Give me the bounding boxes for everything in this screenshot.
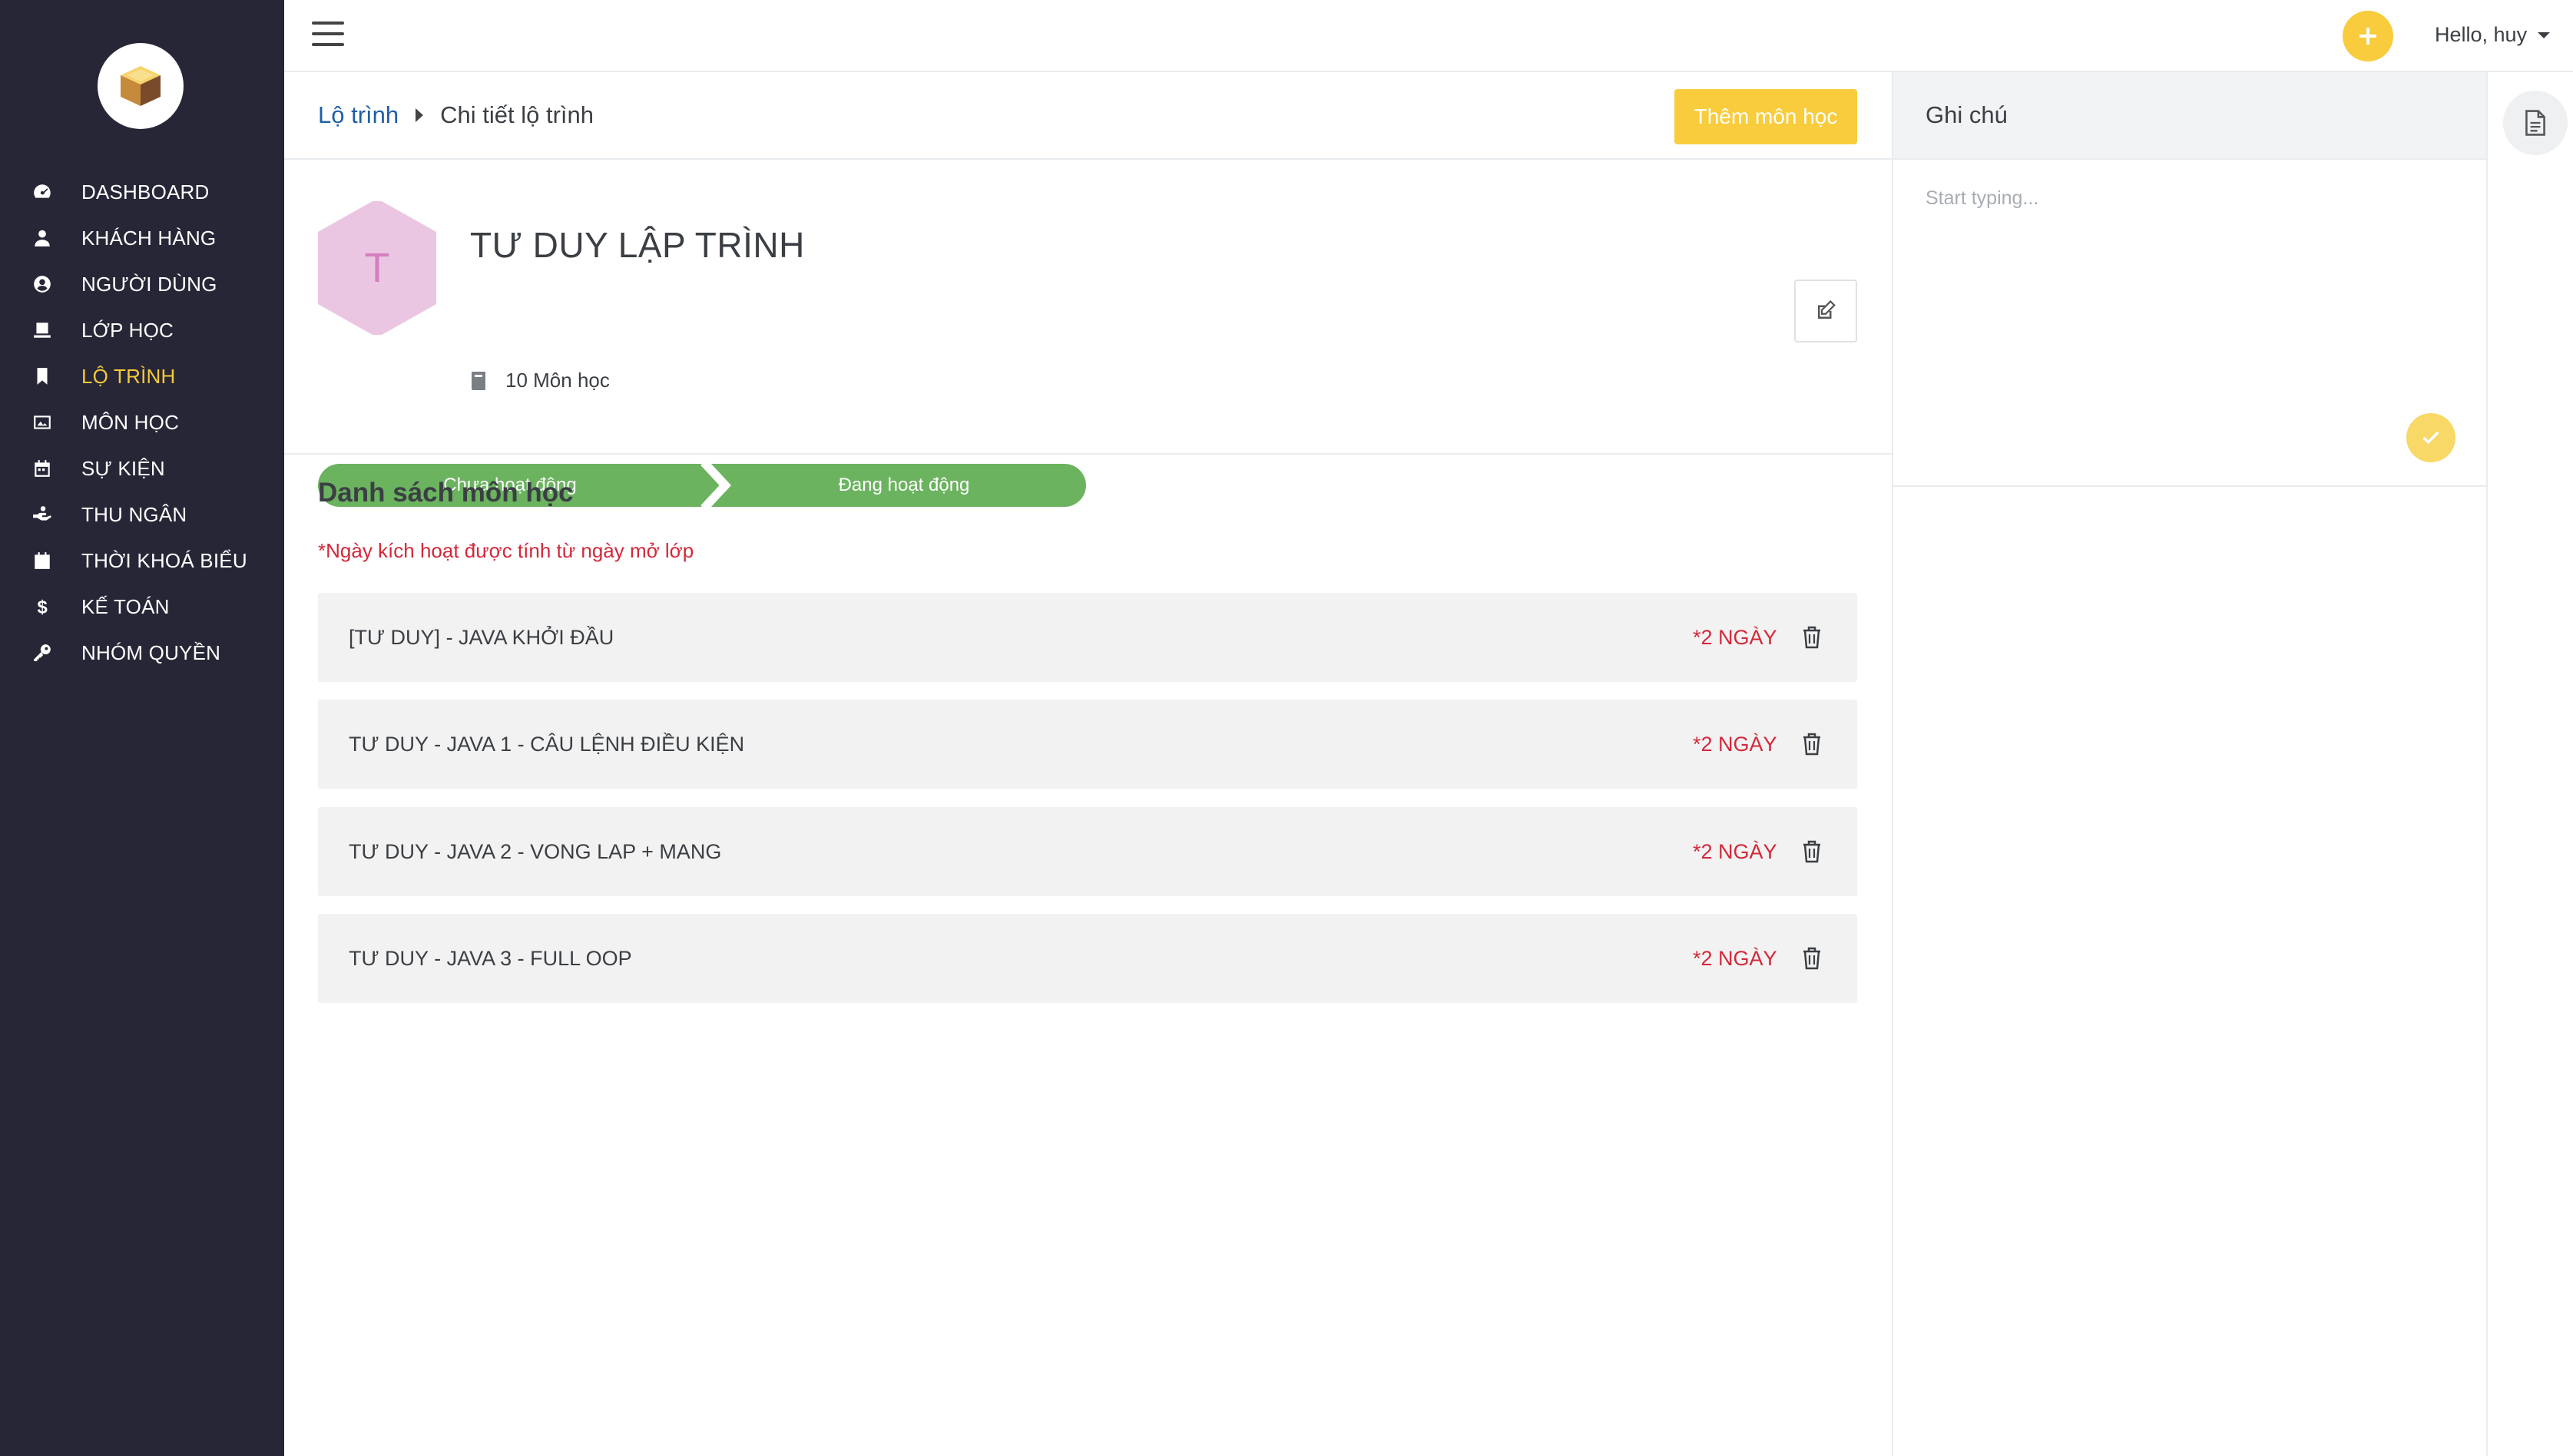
sidebar-item-label: DASHBOARD bbox=[81, 180, 210, 204]
sidebar-item-subjects[interactable]: MÔN HỌC bbox=[0, 399, 284, 445]
cashier-hand-icon bbox=[31, 503, 54, 526]
course-days: *2 NGÀY bbox=[1693, 839, 1777, 863]
stage-active[interactable]: Đang hoạt động bbox=[722, 464, 1086, 507]
course-row[interactable]: TƯ DUY - JAVA 2 - VONG LAP + MANG *2 NGÀ… bbox=[318, 807, 1857, 896]
box-logo-icon bbox=[121, 66, 161, 106]
topbar: Hello, huy bbox=[284, 0, 2573, 72]
notes-title: Ghi chú bbox=[1926, 101, 2008, 128]
sidebar-nav: DASHBOARD KHÁCH HÀNG NGƯỜI DÙNG LỚP HỌC … bbox=[0, 169, 284, 676]
notes-header: Ghi chú bbox=[1893, 72, 2486, 160]
sidebar-item-events[interactable]: SỰ KIỆN bbox=[0, 445, 284, 491]
classroom-icon bbox=[31, 319, 54, 342]
sidebar-item-accounting[interactable]: $ KẾ TOÁN bbox=[0, 584, 284, 630]
course-name: TƯ DUY - JAVA 1 - CÂU LỆNH ĐIỀU KIỆN bbox=[349, 732, 745, 756]
user-greeting: Hello, huy bbox=[2435, 23, 2528, 46]
sidebar-item-label: MÔN HỌC bbox=[81, 410, 180, 434]
course-name: TƯ DUY - JAVA 3 - FULL OOP bbox=[349, 946, 632, 970]
sidebar-item-label: NHÓM QUYỀN bbox=[81, 640, 221, 664]
trash-icon[interactable] bbox=[1800, 946, 1823, 971]
plus-icon bbox=[2359, 28, 2376, 45]
right-rail bbox=[2488, 72, 2573, 1456]
course-list-heading: Danh sách môn học bbox=[318, 478, 574, 508]
user-circle-icon bbox=[31, 273, 54, 296]
user-menu[interactable]: Hello, huy bbox=[2435, 23, 2551, 47]
notes-panel: Ghi chú bbox=[1892, 72, 2488, 1456]
trash-icon[interactable] bbox=[1800, 839, 1823, 864]
sidebar-item-dashboard[interactable]: DASHBOARD bbox=[0, 169, 284, 215]
save-note-button[interactable] bbox=[2406, 413, 2455, 462]
customer-icon bbox=[31, 227, 54, 250]
calendar-solid-icon bbox=[31, 549, 54, 572]
course-days: *2 NGÀY bbox=[1693, 625, 1777, 649]
sidebar-item-label: SỰ KIỆN bbox=[81, 456, 165, 480]
book-icon bbox=[472, 371, 485, 390]
roadmap-title: TƯ DUY LẬP TRÌNH bbox=[470, 225, 805, 265]
sidebar-item-label: LỚP HỌC bbox=[81, 318, 174, 342]
course-name: TƯ DUY - JAVA 2 - VONG LAP + MANG bbox=[349, 839, 722, 863]
box-logo[interactable] bbox=[98, 43, 184, 129]
activation-note: *Ngày kích hoạt được tính từ ngày mở lớp bbox=[318, 539, 694, 562]
breadcrumb-current: Chi tiết lộ trình bbox=[440, 101, 594, 128]
caret-down-icon bbox=[2538, 31, 2551, 38]
course-row[interactable]: TƯ DUY - JAVA 1 - CÂU LỆNH ĐIỀU KIỆN *2 … bbox=[318, 700, 1857, 789]
sidebar-item-label: THU NGÂN bbox=[81, 502, 187, 526]
image-icon bbox=[31, 411, 54, 434]
notes-toggle-button[interactable] bbox=[2503, 91, 2568, 155]
edit-icon bbox=[1818, 299, 1836, 319]
roadmap-profile: T TƯ DUY LẬP TRÌNH 10 Môn học Chưa hoạt … bbox=[284, 160, 1892, 507]
notes-input[interactable] bbox=[1926, 187, 2448, 210]
breadcrumb-bar: Lộ trình Chi tiết lộ trình Thêm môn học bbox=[284, 72, 1892, 160]
sidebar-item-users[interactable]: NGƯỜI DÙNG bbox=[0, 261, 284, 307]
main-panel: Lộ trình Chi tiết lộ trình Thêm môn học … bbox=[284, 72, 1892, 1456]
course-count-label: 10 Môn học bbox=[505, 369, 610, 392]
calendar-icon bbox=[31, 457, 54, 480]
course-days: *2 NGÀY bbox=[1693, 732, 1777, 756]
trash-icon[interactable] bbox=[1800, 732, 1823, 756]
sidebar-item-label: KHÁCH HÀNG bbox=[81, 226, 217, 250]
course-row[interactable]: [TƯ DUY] - JAVA KHỞI ĐẦU *2 NGÀY bbox=[318, 593, 1857, 682]
dashboard-gauge-icon bbox=[31, 180, 54, 204]
course-name: [TƯ DUY] - JAVA KHỞI ĐẦU bbox=[349, 625, 614, 649]
dollar-icon: $ bbox=[31, 595, 54, 618]
sidebar-item-classes[interactable]: LỚP HỌC bbox=[0, 307, 284, 353]
key-icon bbox=[31, 641, 54, 664]
sidebar-item-timetable[interactable]: THỜI KHOÁ BIỂU bbox=[0, 538, 284, 584]
sidebar: DASHBOARD KHÁCH HÀNG NGƯỜI DÙNG LỚP HỌC … bbox=[0, 0, 284, 1456]
svg-text:$: $ bbox=[38, 597, 48, 617]
quick-add-button[interactable] bbox=[2343, 11, 2393, 61]
caret-right-icon bbox=[416, 108, 424, 122]
breadcrumb-roadmap-link[interactable]: Lộ trình bbox=[318, 101, 399, 129]
menu-toggle-icon[interactable] bbox=[312, 22, 344, 49]
check-icon bbox=[2422, 431, 2439, 445]
sidebar-item-customers[interactable]: KHÁCH HÀNG bbox=[0, 215, 284, 261]
sidebar-item-roadmap[interactable]: LỘ TRÌNH bbox=[0, 353, 284, 399]
roadmap-avatar-letter: T bbox=[364, 245, 390, 291]
notes-body bbox=[1893, 160, 2486, 487]
trash-icon[interactable] bbox=[1800, 625, 1823, 650]
bookmark-icon bbox=[31, 365, 54, 388]
breadcrumb: Lộ trình Chi tiết lộ trình bbox=[318, 101, 594, 129]
sidebar-item-label: LỘ TRÌNH bbox=[81, 364, 176, 388]
course-row[interactable]: TƯ DUY - JAVA 3 - FULL OOP *2 NGÀY bbox=[318, 914, 1857, 1003]
edit-roadmap-button[interactable] bbox=[1794, 280, 1857, 342]
sidebar-item-label: NGƯỜI DÙNG bbox=[81, 272, 217, 296]
course-days: *2 NGÀY bbox=[1693, 946, 1777, 970]
course-count: 10 Môn học bbox=[470, 369, 610, 392]
sidebar-item-permissions[interactable]: NHÓM QUYỀN bbox=[0, 630, 284, 676]
document-icon bbox=[2525, 110, 2545, 136]
sidebar-item-cashier[interactable]: THU NGÂN bbox=[0, 491, 284, 538]
add-course-button[interactable]: Thêm môn học bbox=[1674, 89, 1857, 144]
sidebar-item-label: THỜI KHOÁ BIỂU bbox=[81, 548, 247, 572]
sidebar-item-label: KẾ TOÁN bbox=[81, 594, 170, 618]
